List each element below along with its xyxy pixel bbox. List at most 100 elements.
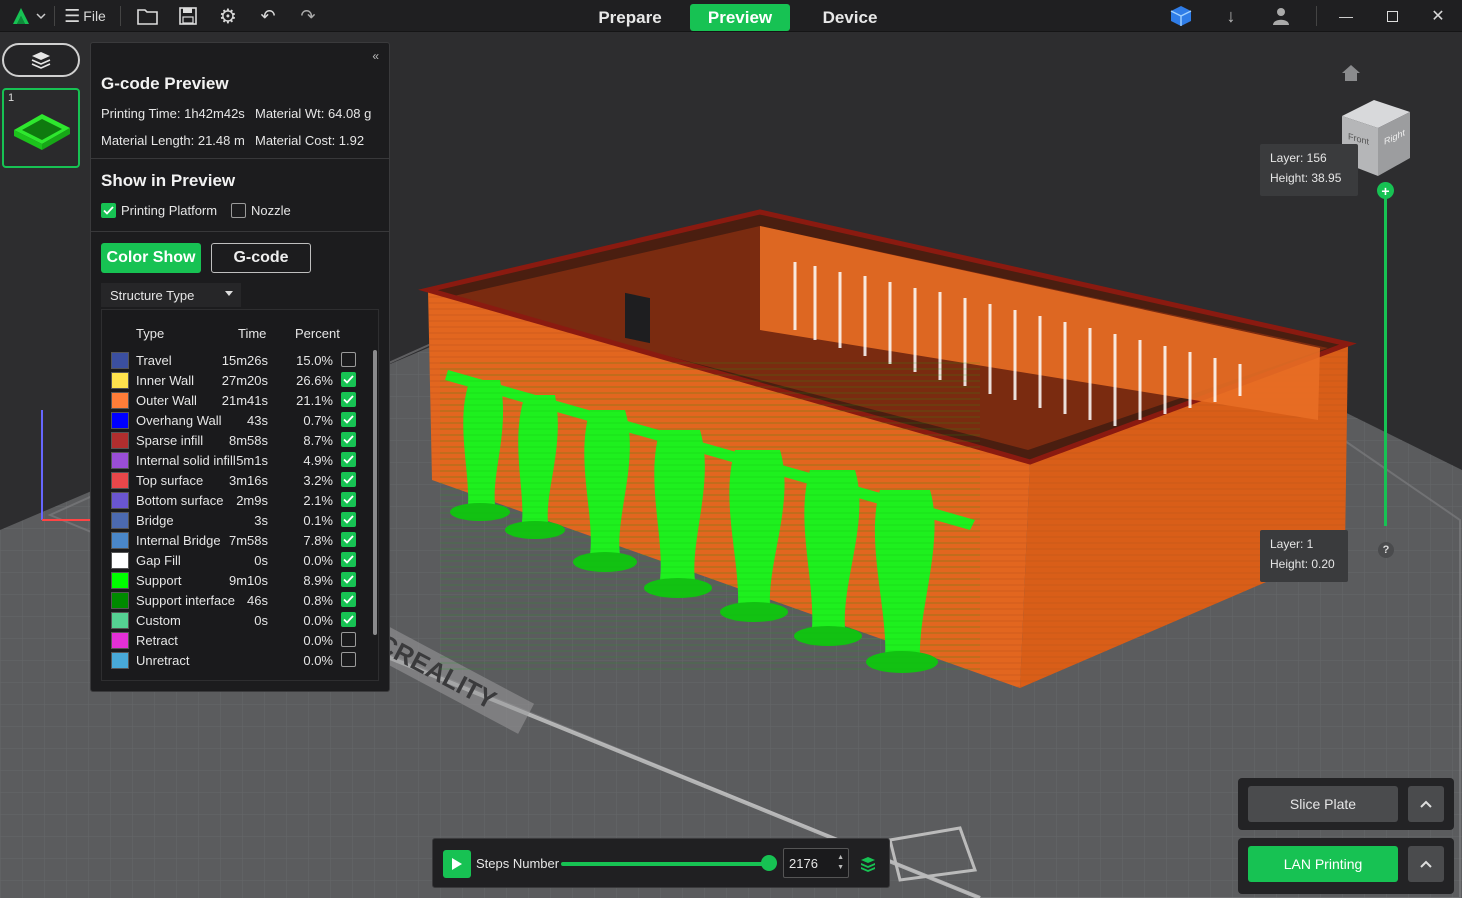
legend-row: Gap Fill 0s 0.0% bbox=[102, 550, 372, 570]
folder-icon bbox=[137, 9, 158, 25]
legend-percent: 3.2% bbox=[303, 473, 333, 488]
steps-slider-handle[interactable] bbox=[761, 855, 777, 871]
checkmark-icon bbox=[343, 415, 354, 424]
panel-title: G-code Preview bbox=[101, 74, 229, 93]
legend-visibility-checkbox[interactable] bbox=[341, 352, 356, 367]
spin-arrows-icon[interactable]: ▲ ▼ bbox=[837, 853, 844, 873]
minimize-button[interactable]: — bbox=[1334, 4, 1358, 28]
legend-percent: 4.9% bbox=[303, 453, 333, 468]
nozzle-checkbox[interactable]: Nozzle bbox=[231, 203, 291, 218]
printing-platform-checkbox[interactable]: Printing Platform bbox=[101, 203, 217, 218]
file-menu[interactable]: ☰ File bbox=[60, 4, 110, 28]
legend-type: Inner Wall bbox=[136, 373, 195, 388]
legend-visibility-checkbox[interactable] bbox=[341, 432, 356, 447]
help-button[interactable]: ? bbox=[1378, 542, 1394, 558]
legend-visibility-checkbox[interactable] bbox=[341, 492, 356, 507]
gcode-tab[interactable]: G-code bbox=[211, 243, 311, 273]
legend-visibility-checkbox[interactable] bbox=[341, 652, 356, 667]
legend-time: 21m41s bbox=[221, 393, 268, 408]
layer-stack-button[interactable] bbox=[857, 853, 879, 875]
legend-type: Overhang Wall bbox=[136, 413, 222, 428]
legend-row: Internal solid infill 5m1s 4.9% bbox=[102, 450, 372, 470]
close-button[interactable]: ✕ bbox=[1426, 4, 1450, 28]
tab-prepare[interactable]: Prepare bbox=[580, 4, 680, 31]
legend-time: 2m9s bbox=[236, 493, 268, 508]
cube-store-icon bbox=[1170, 6, 1192, 26]
legend-percent: 0.8% bbox=[303, 593, 333, 608]
legend-visibility-checkbox[interactable] bbox=[341, 552, 356, 567]
slice-options-button[interactable] bbox=[1408, 786, 1444, 822]
legend-type: Support interface bbox=[136, 593, 236, 608]
legend-percent: 0.1% bbox=[303, 513, 333, 528]
color-show-tab[interactable]: Color Show bbox=[101, 243, 201, 273]
legend-percent: 8.9% bbox=[303, 573, 333, 588]
home-icon bbox=[1342, 65, 1360, 81]
legend-type: Outer Wall bbox=[136, 393, 197, 408]
layers-icon bbox=[31, 52, 51, 69]
material-cost: Material Cost: 1.92 bbox=[255, 133, 365, 148]
save-button[interactable] bbox=[176, 4, 200, 28]
legend-visibility-checkbox[interactable] bbox=[341, 372, 356, 387]
model-store-button[interactable] bbox=[1168, 4, 1194, 28]
top-layer-handle[interactable]: + bbox=[1377, 182, 1394, 199]
legend-visibility-checkbox[interactable] bbox=[341, 412, 356, 427]
legend-time: 9m10s bbox=[228, 573, 268, 588]
plate-number: 1 bbox=[8, 92, 15, 104]
checkmark-icon bbox=[343, 375, 354, 384]
legend-percent: 2.1% bbox=[303, 493, 333, 508]
layer-range-track[interactable] bbox=[1384, 190, 1387, 526]
lan-printing-button[interactable]: LAN Printing bbox=[1248, 846, 1398, 882]
bottom-layer-indicator: Layer: 1 Height: 0.20 bbox=[1260, 530, 1348, 582]
legend-visibility-checkbox[interactable] bbox=[341, 392, 356, 407]
slice-plate-button[interactable]: Slice Plate bbox=[1248, 786, 1398, 822]
steps-number-value: 2176 bbox=[789, 856, 818, 871]
layers-view-button[interactable] bbox=[2, 43, 80, 77]
steps-number-input[interactable]: 2176 ▲ ▼ bbox=[783, 848, 849, 878]
color-swatch bbox=[111, 352, 129, 369]
plate-thumbnail[interactable]: 1 bbox=[2, 88, 80, 168]
account-button[interactable] bbox=[1270, 4, 1292, 28]
tree-supports bbox=[440, 360, 980, 673]
legend-type: Travel bbox=[136, 353, 172, 368]
print-options-button[interactable] bbox=[1408, 846, 1444, 882]
settings-button[interactable]: ⚙ bbox=[216, 4, 240, 28]
material-length: Material Length: 21.48 m bbox=[101, 133, 245, 148]
redo-button[interactable]: ↷ bbox=[296, 4, 320, 28]
title-bar: ☰ File ⚙ ↶ ↷ Prepare Preview Device ↓ — … bbox=[0, 0, 1462, 32]
legend-visibility-checkbox[interactable] bbox=[341, 452, 356, 467]
legend-row: Inner Wall 27m20s 26.6% bbox=[102, 370, 372, 390]
legend-visibility-checkbox[interactable] bbox=[341, 592, 356, 607]
tab-device[interactable]: Device bbox=[800, 4, 900, 31]
column-header-time: Time bbox=[238, 326, 267, 341]
checkbox-checked-icon bbox=[101, 203, 116, 218]
open-folder-button[interactable] bbox=[136, 4, 160, 28]
legend-scrollbar[interactable] bbox=[373, 350, 377, 635]
tab-preview[interactable]: Preview bbox=[690, 4, 790, 31]
legend-visibility-checkbox[interactable] bbox=[341, 532, 356, 547]
structure-type-value: Structure Type bbox=[110, 287, 195, 303]
legend-type: Unretract bbox=[136, 653, 190, 668]
color-swatch bbox=[111, 452, 129, 469]
top-layer-value: Layer: 156 bbox=[1270, 151, 1327, 165]
app-logo-menu[interactable] bbox=[10, 4, 50, 28]
legend-percent: 0.0% bbox=[303, 613, 333, 628]
legend-visibility-checkbox[interactable] bbox=[341, 612, 356, 627]
legend-row: Custom 0s 0.0% bbox=[102, 610, 372, 630]
steps-slider-track[interactable] bbox=[561, 862, 769, 866]
structure-type-select[interactable]: Structure Type bbox=[101, 283, 241, 307]
download-button[interactable]: ↓ bbox=[1220, 4, 1242, 28]
legend-time: 3m16s bbox=[228, 473, 268, 488]
legend-visibility-checkbox[interactable] bbox=[341, 632, 356, 647]
legend-percent: 21.1% bbox=[296, 393, 333, 408]
play-button[interactable] bbox=[443, 850, 471, 878]
maximize-button[interactable] bbox=[1380, 4, 1404, 28]
legend-visibility-checkbox[interactable] bbox=[341, 572, 356, 587]
collapse-panel-icon[interactable]: « bbox=[372, 49, 379, 63]
legend-visibility-checkbox[interactable] bbox=[341, 472, 356, 487]
legend-time: 0s bbox=[254, 613, 268, 628]
legend-visibility-checkbox[interactable] bbox=[341, 512, 356, 527]
layer-stack-icon bbox=[861, 857, 875, 872]
home-view-button[interactable] bbox=[1338, 62, 1364, 84]
legend-percent: 8.7% bbox=[303, 433, 333, 448]
undo-button[interactable]: ↶ bbox=[256, 4, 280, 28]
